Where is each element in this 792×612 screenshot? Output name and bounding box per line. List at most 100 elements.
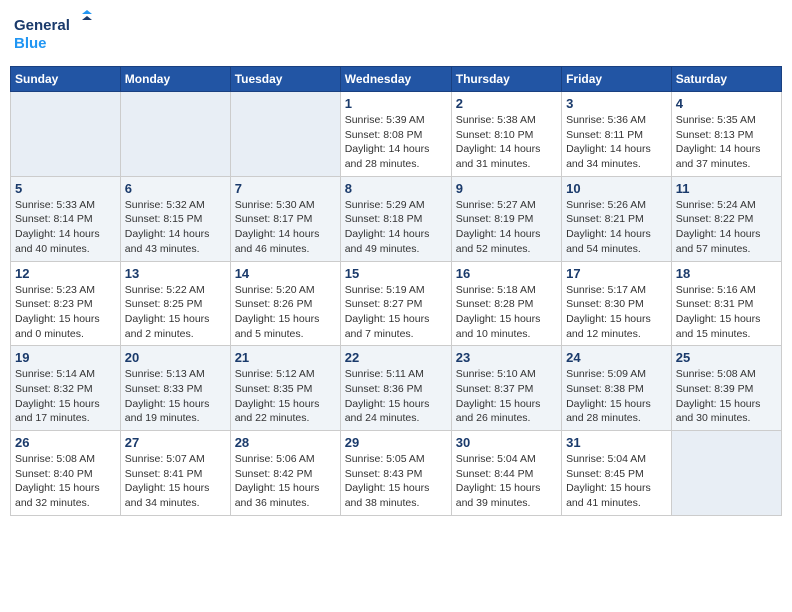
- day-info: Sunrise: 5:05 AM Sunset: 8:43 PM Dayligh…: [345, 452, 447, 511]
- weekday-header-cell: Sunday: [11, 67, 121, 92]
- calendar-day-cell: 17 Sunrise: 5:17 AM Sunset: 8:30 PM Dayli…: [562, 261, 672, 346]
- day-info: Sunrise: 5:16 AM Sunset: 8:31 PM Dayligh…: [676, 283, 777, 342]
- day-info: Sunrise: 5:36 AM Sunset: 8:11 PM Dayligh…: [566, 113, 667, 172]
- day-number: 18: [676, 266, 777, 281]
- calendar-day-cell: [120, 92, 230, 177]
- day-info: Sunrise: 5:26 AM Sunset: 8:21 PM Dayligh…: [566, 198, 667, 257]
- calendar-day-cell: 5Sunrise: 5:33 AM Sunset: 8:14 PM Daylig…: [11, 176, 121, 261]
- day-info: Sunrise: 5:04 AM Sunset: 8:44 PM Dayligh…: [456, 452, 557, 511]
- day-number: 12: [15, 266, 116, 281]
- calendar-day-cell: 18 Sunrise: 5:16 AM Sunset: 8:31 PM Dayli…: [671, 261, 781, 346]
- day-number: 23: [456, 350, 557, 365]
- calendar-day-cell: 11 Sunrise: 5:24 AM Sunset: 8:22 PM Dayli…: [671, 176, 781, 261]
- day-info: Sunrise: 5:08 AM Sunset: 8:39 PM Dayligh…: [676, 367, 777, 426]
- calendar-day-cell: [11, 92, 121, 177]
- day-number: 1: [345, 96, 447, 111]
- calendar-day-cell: 31 Sunrise: 5:04 AM Sunset: 8:45 PM Dayli…: [562, 431, 672, 516]
- day-number: 3: [566, 96, 667, 111]
- day-number: 20: [125, 350, 226, 365]
- calendar-day-cell: 13 Sunrise: 5:22 AM Sunset: 8:25 PM Dayli…: [120, 261, 230, 346]
- calendar-body: 1Sunrise: 5:39 AM Sunset: 8:08 PM Daylig…: [11, 92, 782, 516]
- calendar-week-row: 5Sunrise: 5:33 AM Sunset: 8:14 PM Daylig…: [11, 176, 782, 261]
- calendar-day-cell: 16Sunrise: 5:18 AM Sunset: 8:28 PM Dayli…: [451, 261, 561, 346]
- day-info: Sunrise: 5:04 AM Sunset: 8:45 PM Dayligh…: [566, 452, 667, 511]
- weekday-header-row: SundayMondayTuesdayWednesdayThursdayFrid…: [11, 67, 782, 92]
- day-number: 2: [456, 96, 557, 111]
- day-info: Sunrise: 5:18 AM Sunset: 8:28 PM Dayligh…: [456, 283, 557, 342]
- calendar-day-cell: [230, 92, 340, 177]
- day-number: 19: [15, 350, 116, 365]
- day-info: Sunrise: 5:19 AM Sunset: 8:27 PM Dayligh…: [345, 283, 447, 342]
- page-header: General Blue: [10, 10, 782, 58]
- calendar-table: SundayMondayTuesdayWednesdayThursdayFrid…: [10, 66, 782, 516]
- day-number: 25: [676, 350, 777, 365]
- day-number: 31: [566, 435, 667, 450]
- day-number: 10: [566, 181, 667, 196]
- day-number: 27: [125, 435, 226, 450]
- day-info: Sunrise: 5:27 AM Sunset: 8:19 PM Dayligh…: [456, 198, 557, 257]
- weekday-header-cell: Friday: [562, 67, 672, 92]
- day-info: Sunrise: 5:32 AM Sunset: 8:15 PM Dayligh…: [125, 198, 226, 257]
- calendar-day-cell: 3 Sunrise: 5:36 AM Sunset: 8:11 PM Daylig…: [562, 92, 672, 177]
- day-info: Sunrise: 5:29 AM Sunset: 8:18 PM Dayligh…: [345, 198, 447, 257]
- calendar-day-cell: 8 Sunrise: 5:29 AM Sunset: 8:18 PM Daylig…: [340, 176, 451, 261]
- calendar-day-cell: 24 Sunrise: 5:09 AM Sunset: 8:38 PM Dayli…: [562, 346, 672, 431]
- day-number: 11: [676, 181, 777, 196]
- day-number: 29: [345, 435, 447, 450]
- day-number: 8: [345, 181, 447, 196]
- logo: General Blue: [14, 10, 94, 58]
- calendar-day-cell: 7 Sunrise: 5:30 AM Sunset: 8:17 PM Daylig…: [230, 176, 340, 261]
- calendar-day-cell: 26Sunrise: 5:08 AM Sunset: 8:40 PM Dayli…: [11, 431, 121, 516]
- calendar-week-row: 12 Sunrise: 5:23 AM Sunset: 8:23 PM Dayli…: [11, 261, 782, 346]
- calendar-day-cell: 20Sunrise: 5:13 AM Sunset: 8:33 PM Dayli…: [120, 346, 230, 431]
- calendar-day-cell: 30 Sunrise: 5:04 AM Sunset: 8:44 PM Dayli…: [451, 431, 561, 516]
- day-number: 22: [345, 350, 447, 365]
- weekday-header-cell: Wednesday: [340, 67, 451, 92]
- day-info: Sunrise: 5:22 AM Sunset: 8:25 PM Dayligh…: [125, 283, 226, 342]
- calendar-day-cell: 2 Sunrise: 5:38 AM Sunset: 8:10 PM Daylig…: [451, 92, 561, 177]
- calendar-day-cell: 4Sunrise: 5:35 AM Sunset: 8:13 PM Daylig…: [671, 92, 781, 177]
- day-info: Sunrise: 5:23 AM Sunset: 8:23 PM Dayligh…: [15, 283, 116, 342]
- day-number: 30: [456, 435, 557, 450]
- day-number: 6: [125, 181, 226, 196]
- calendar-day-cell: 10 Sunrise: 5:26 AM Sunset: 8:21 PM Dayli…: [562, 176, 672, 261]
- day-info: Sunrise: 5:10 AM Sunset: 8:37 PM Dayligh…: [456, 367, 557, 426]
- day-info: Sunrise: 5:12 AM Sunset: 8:35 PM Dayligh…: [235, 367, 336, 426]
- day-number: 13: [125, 266, 226, 281]
- calendar-day-cell: 15Sunrise: 5:19 AM Sunset: 8:27 PM Dayli…: [340, 261, 451, 346]
- calendar-day-cell: 6 Sunrise: 5:32 AM Sunset: 8:15 PM Daylig…: [120, 176, 230, 261]
- calendar-day-cell: [671, 431, 781, 516]
- day-info: Sunrise: 5:33 AM Sunset: 8:14 PM Dayligh…: [15, 198, 116, 257]
- day-info: Sunrise: 5:09 AM Sunset: 8:38 PM Dayligh…: [566, 367, 667, 426]
- day-info: Sunrise: 5:07 AM Sunset: 8:41 PM Dayligh…: [125, 452, 226, 511]
- calendar-day-cell: 29 Sunrise: 5:05 AM Sunset: 8:43 PM Dayli…: [340, 431, 451, 516]
- weekday-header-cell: Monday: [120, 67, 230, 92]
- calendar-day-cell: 12 Sunrise: 5:23 AM Sunset: 8:23 PM Dayli…: [11, 261, 121, 346]
- day-number: 17: [566, 266, 667, 281]
- calendar-week-row: 1Sunrise: 5:39 AM Sunset: 8:08 PM Daylig…: [11, 92, 782, 177]
- day-info: Sunrise: 5:06 AM Sunset: 8:42 PM Dayligh…: [235, 452, 336, 511]
- day-info: Sunrise: 5:14 AM Sunset: 8:32 PM Dayligh…: [15, 367, 116, 426]
- day-info: Sunrise: 5:17 AM Sunset: 8:30 PM Dayligh…: [566, 283, 667, 342]
- calendar-day-cell: 28 Sunrise: 5:06 AM Sunset: 8:42 PM Dayli…: [230, 431, 340, 516]
- calendar-day-cell: 27 Sunrise: 5:07 AM Sunset: 8:41 PM Dayli…: [120, 431, 230, 516]
- day-info: Sunrise: 5:24 AM Sunset: 8:22 PM Dayligh…: [676, 198, 777, 257]
- day-number: 9: [456, 181, 557, 196]
- calendar-day-cell: 9 Sunrise: 5:27 AM Sunset: 8:19 PM Daylig…: [451, 176, 561, 261]
- day-number: 24: [566, 350, 667, 365]
- day-number: 21: [235, 350, 336, 365]
- day-info: Sunrise: 5:20 AM Sunset: 8:26 PM Dayligh…: [235, 283, 336, 342]
- day-number: 4: [676, 96, 777, 111]
- calendar-day-cell: 19 Sunrise: 5:14 AM Sunset: 8:32 PM Dayli…: [11, 346, 121, 431]
- day-info: Sunrise: 5:38 AM Sunset: 8:10 PM Dayligh…: [456, 113, 557, 172]
- day-info: Sunrise: 5:08 AM Sunset: 8:40 PM Dayligh…: [15, 452, 116, 511]
- calendar-week-row: 19 Sunrise: 5:14 AM Sunset: 8:32 PM Dayli…: [11, 346, 782, 431]
- svg-text:General: General: [14, 17, 70, 34]
- day-number: 7: [235, 181, 336, 196]
- day-info: Sunrise: 5:30 AM Sunset: 8:17 PM Dayligh…: [235, 198, 336, 257]
- svg-text:Blue: Blue: [14, 35, 47, 52]
- calendar-week-row: 26Sunrise: 5:08 AM Sunset: 8:40 PM Dayli…: [11, 431, 782, 516]
- day-number: 28: [235, 435, 336, 450]
- calendar-day-cell: 14Sunrise: 5:20 AM Sunset: 8:26 PM Dayli…: [230, 261, 340, 346]
- logo-svg: General Blue: [14, 10, 94, 58]
